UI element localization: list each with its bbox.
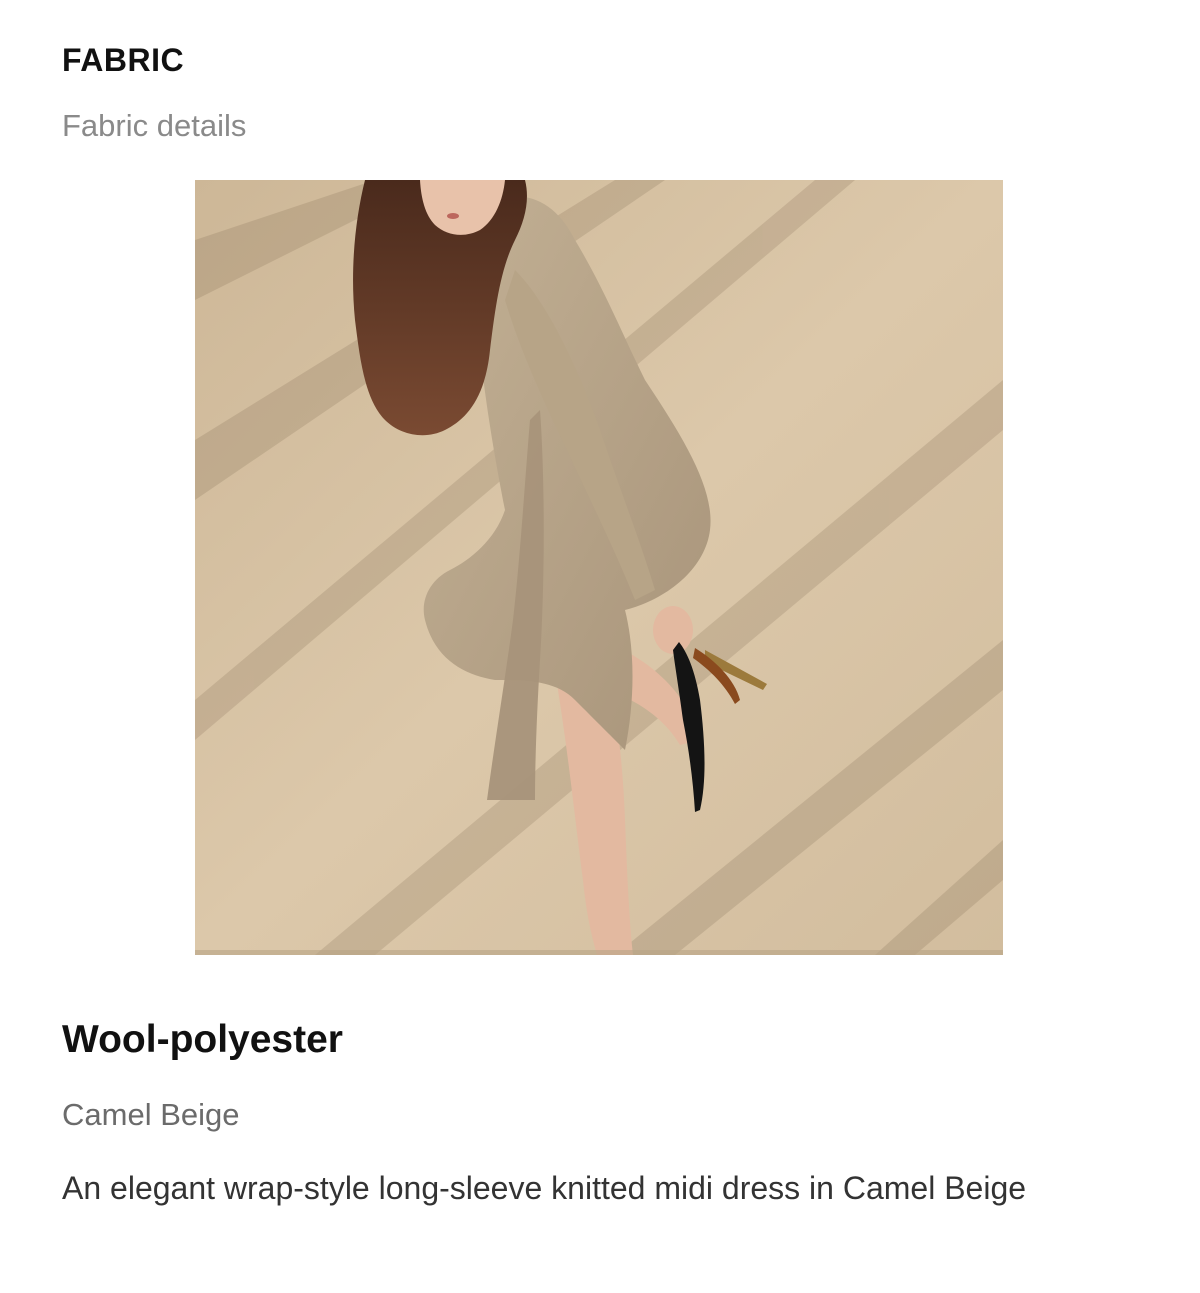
fabric-name: Wool-polyester [62,1018,343,1061]
fabric-description: An elegant wrap-style long-sleeve knitte… [62,1170,1027,1206]
fabric-color: Camel Beige [62,1097,240,1132]
product-photo-illustration [195,180,1003,955]
section-subtitle: Fabric details [62,108,247,143]
section-title: FABRIC [62,42,185,78]
product-photo [195,180,1003,955]
